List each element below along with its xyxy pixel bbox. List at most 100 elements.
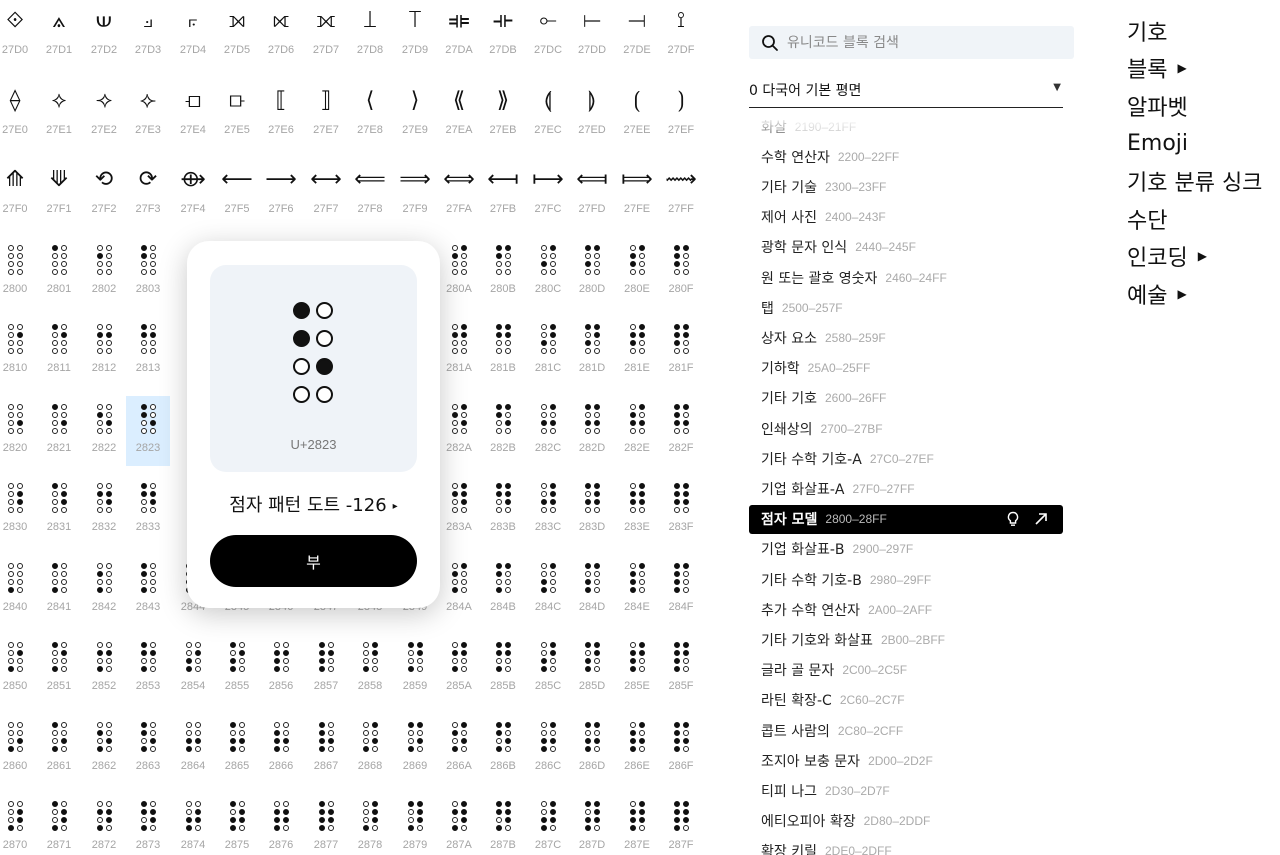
char-cell[interactable]: ⟦ 27E6 bbox=[259, 78, 303, 148]
char-cell[interactable]: 2865 bbox=[215, 714, 259, 784]
char-cell[interactable]: 2877 bbox=[304, 793, 348, 855]
char-cell[interactable]: ⟶ 27F6 bbox=[259, 157, 303, 227]
char-cell[interactable]: 2850 bbox=[0, 634, 37, 704]
char-cell[interactable]: 285E bbox=[615, 634, 659, 704]
block-list-item[interactable]: 글라 골 문자 2C00–2C5F bbox=[749, 656, 1063, 685]
char-cell[interactable]: 282B bbox=[481, 396, 525, 466]
char-cell[interactable]: ⟑ 27D1 bbox=[37, 0, 81, 68]
char-cell[interactable]: ⟬ 27EC bbox=[526, 78, 570, 148]
char-cell[interactable]: 287C bbox=[526, 793, 570, 855]
char-cell[interactable]: 2831 bbox=[37, 475, 81, 545]
char-cell[interactable]: 281A bbox=[437, 316, 481, 386]
char-cell[interactable]: ⟗ 27D7 bbox=[304, 0, 348, 68]
nav-item[interactable]: 인코딩 ▶ bbox=[1127, 238, 1262, 276]
char-cell[interactable]: ⟝ 27DD bbox=[570, 0, 614, 68]
char-cell[interactable]: ⟔ 27D4 bbox=[171, 0, 215, 68]
char-cell[interactable]: 281F bbox=[659, 316, 703, 386]
block-search-box[interactable] bbox=[749, 26, 1074, 59]
char-cell[interactable]: ⟢ 27E2 bbox=[82, 78, 126, 148]
char-cell[interactable]: 2870 bbox=[0, 793, 37, 855]
char-cell[interactable]: 283D bbox=[570, 475, 614, 545]
block-list-item[interactable]: 제어 사진 2400–243F bbox=[749, 203, 1063, 232]
char-cell[interactable]: ⟵ 27F5 bbox=[215, 157, 259, 227]
block-list-item[interactable]: 기타 기호와 화살표 2B00–2BFF bbox=[749, 625, 1063, 654]
block-list-item[interactable]: 조지아 보충 문자 2D00–2D2F bbox=[749, 746, 1063, 775]
char-cell[interactable]: 2801 bbox=[37, 237, 81, 307]
char-cell[interactable]: 2864 bbox=[171, 714, 215, 784]
char-cell[interactable]: ⟧ 27E7 bbox=[304, 78, 348, 148]
char-cell[interactable]: 2833 bbox=[126, 475, 170, 545]
char-cell[interactable]: ⟴ 27F4 bbox=[171, 157, 215, 227]
char-cell[interactable]: 2832 bbox=[82, 475, 126, 545]
char-cell[interactable]: 284F bbox=[659, 555, 703, 625]
char-cell[interactable]: 2812 bbox=[82, 316, 126, 386]
char-cell[interactable]: 2867 bbox=[304, 714, 348, 784]
char-cell[interactable]: 2860 bbox=[0, 714, 37, 784]
char-cell[interactable]: 284E bbox=[615, 555, 659, 625]
char-cell[interactable]: ⟰ 27F0 bbox=[0, 157, 37, 227]
lightbulb-icon[interactable] bbox=[1005, 511, 1021, 527]
char-cell[interactable]: ⟕ 27D5 bbox=[215, 0, 259, 68]
character-name[interactable]: 점자 패턴 도트 -126 ▸ bbox=[187, 491, 440, 517]
char-cell[interactable]: ⟪ 27EA bbox=[437, 78, 481, 148]
char-cell[interactable]: 282A bbox=[437, 396, 481, 466]
char-cell[interactable]: 2853 bbox=[126, 634, 170, 704]
char-cell[interactable]: 2876 bbox=[259, 793, 303, 855]
open-external-icon[interactable] bbox=[1033, 511, 1049, 527]
char-cell[interactable]: 283F bbox=[659, 475, 703, 545]
char-cell[interactable]: 2820 bbox=[0, 396, 37, 466]
char-cell[interactable]: ⟖ 27D6 bbox=[259, 0, 303, 68]
block-list-item[interactable]: 기업 화살표-B 2900–297F bbox=[749, 535, 1063, 564]
char-cell[interactable]: 286E bbox=[615, 714, 659, 784]
char-cell[interactable]: 281E bbox=[615, 316, 659, 386]
char-cell[interactable]: 2841 bbox=[37, 555, 81, 625]
block-list-item[interactable]: 수학 연산자 2200–22FF bbox=[749, 142, 1063, 171]
block-list-item[interactable]: 기타 기술 2300–23FF bbox=[749, 172, 1063, 201]
char-cell[interactable]: 286D bbox=[570, 714, 614, 784]
char-cell[interactable]: ⟤ 27E4 bbox=[171, 78, 215, 148]
char-cell[interactable]: ⟲ 27F2 bbox=[82, 157, 126, 227]
block-list-item[interactable]: 원 또는 괄호 영숫자 2460–24FF bbox=[749, 263, 1063, 292]
nav-item[interactable]: 수단 bbox=[1127, 200, 1262, 238]
search-input[interactable] bbox=[787, 34, 1057, 51]
char-cell[interactable]: 284B bbox=[481, 555, 525, 625]
char-cell[interactable]: 287D bbox=[570, 793, 614, 855]
block-list-item[interactable]: 탭 2500–257F bbox=[749, 293, 1063, 322]
block-list-item[interactable]: 콥트 사람의 2C80–2CFF bbox=[749, 716, 1063, 745]
block-list-item[interactable]: 추가 수학 연산자 2A00–2AFF bbox=[749, 595, 1063, 624]
nav-item[interactable]: 알파벳 bbox=[1127, 87, 1262, 125]
char-cell[interactable]: 281D bbox=[570, 316, 614, 386]
char-cell[interactable]: 283B bbox=[481, 475, 525, 545]
char-cell[interactable]: 280F bbox=[659, 237, 703, 307]
char-cell[interactable]: 282D bbox=[570, 396, 614, 466]
char-cell[interactable]: ⟐ 27D0 bbox=[0, 0, 37, 68]
nav-item[interactable]: 예술 ▶ bbox=[1127, 275, 1262, 313]
block-list-item[interactable]: 인쇄상의 2700–27BF bbox=[749, 414, 1063, 443]
block-list[interactable]: 화살 2190–21FF 수학 연산자 2200–22FF 기타 기술 2300–23FF… bbox=[749, 113, 1063, 855]
char-cell[interactable]: 2821 bbox=[37, 396, 81, 466]
char-cell[interactable]: 2873 bbox=[126, 793, 170, 855]
char-cell[interactable]: 282C bbox=[526, 396, 570, 466]
char-cell[interactable]: 2862 bbox=[82, 714, 126, 784]
char-cell[interactable]: 285B bbox=[481, 634, 525, 704]
char-cell[interactable]: ⟒ 27D2 bbox=[82, 0, 126, 68]
block-list-item[interactable]: 화살 2190–21FF bbox=[749, 113, 1063, 141]
char-cell[interactable]: ⟺ 27FA bbox=[437, 157, 481, 227]
char-cell[interactable]: 2874 bbox=[171, 793, 215, 855]
char-cell[interactable]: ⟼ 27FC bbox=[526, 157, 570, 227]
char-cell[interactable]: ⟣ 27E3 bbox=[126, 78, 170, 148]
block-list-item[interactable]: 기타 기호 2600–26FF bbox=[749, 384, 1063, 413]
char-cell[interactable]: 2813 bbox=[126, 316, 170, 386]
char-cell[interactable]: ⟳ 27F3 bbox=[126, 157, 170, 227]
char-cell[interactable]: 283A bbox=[437, 475, 481, 545]
char-cell[interactable]: ⟠ 27E0 bbox=[0, 78, 37, 148]
char-cell[interactable]: 2854 bbox=[171, 634, 215, 704]
char-cell[interactable]: 286C bbox=[526, 714, 570, 784]
plane-select[interactable]: 0 다국어 기본 평면 ▼ bbox=[749, 76, 1063, 108]
char-cell[interactable]: 283E bbox=[615, 475, 659, 545]
char-cell[interactable]: 283C bbox=[526, 475, 570, 545]
char-cell[interactable]: 2842 bbox=[82, 555, 126, 625]
char-cell[interactable]: ⟱ 27F1 bbox=[37, 157, 81, 227]
char-cell[interactable]: 2803 bbox=[126, 237, 170, 307]
char-cell[interactable]: ⟽ 27FD bbox=[570, 157, 614, 227]
